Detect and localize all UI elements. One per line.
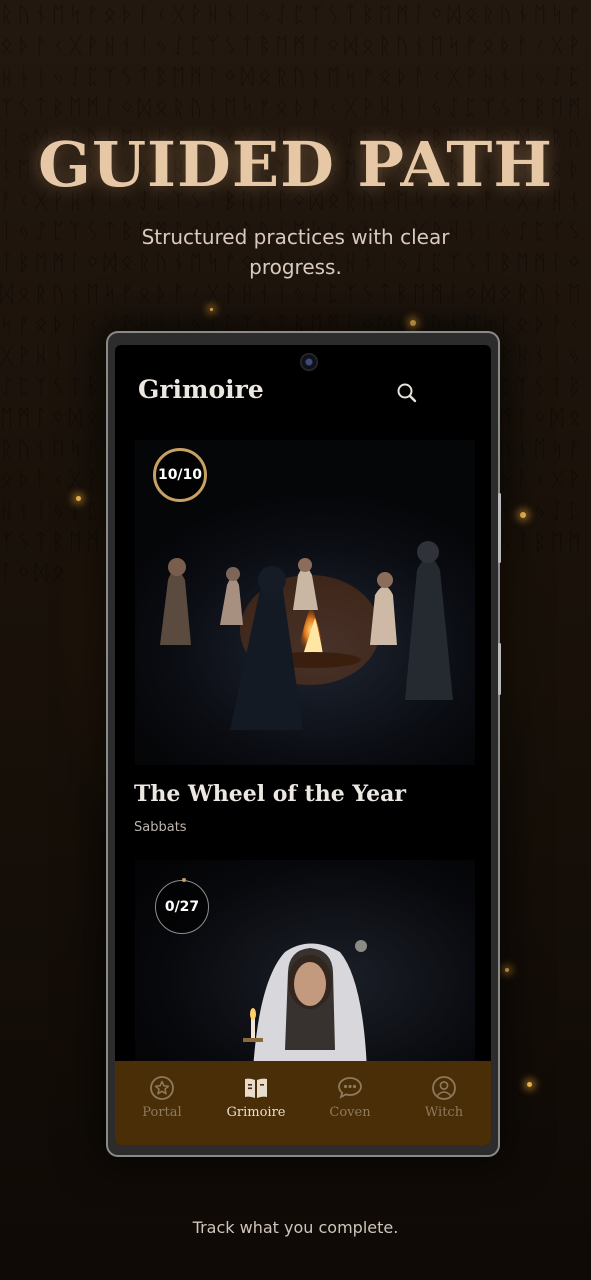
card-category: Sabbats: [134, 820, 187, 835]
nav-item-portal[interactable]: Portal: [115, 1061, 209, 1145]
sparkle: [76, 496, 81, 501]
nav-label: Portal: [142, 1105, 182, 1120]
user-circle-icon: [432, 1076, 456, 1100]
star-circle-icon: [150, 1076, 174, 1100]
nav-item-coven[interactable]: Coven: [303, 1061, 397, 1145]
sparkle: [210, 308, 213, 311]
progress-indicator: 0/27: [155, 878, 209, 934]
nav-label: Coven: [329, 1105, 371, 1120]
card-title[interactable]: The Wheel of the Year: [134, 781, 406, 807]
sparkle: [410, 320, 416, 326]
search-icon: [397, 383, 417, 403]
nav-item-grimoire[interactable]: Grimoire: [209, 1061, 303, 1145]
app-title: Grimoire: [138, 375, 264, 404]
bottom-navigation: Portal Grimoire Coven Witch: [115, 1061, 491, 1145]
phone-side-button: [498, 643, 501, 695]
search-button[interactable]: [395, 381, 419, 405]
progress-label: 0/27: [164, 899, 200, 915]
progress-indicator: 10/10: [153, 448, 207, 502]
open-book-icon: [245, 1078, 267, 1098]
nav-label: Witch: [424, 1105, 464, 1120]
nav-label: Grimoire: [226, 1105, 286, 1120]
phone-mockup: Grimoire 10/10 The Wheel of the Year Sab…: [108, 333, 501, 1155]
headline: GUIDED PATH: [38, 128, 553, 201]
subtitle: Structured practices with clear progress…: [141, 225, 450, 279]
footer-caption: Track what you complete.: [192, 1218, 399, 1237]
camera-icon: [300, 353, 318, 371]
phone-side-button: [498, 493, 501, 563]
progress-dot: [182, 878, 186, 882]
chat-bubble-icon: [338, 1077, 362, 1099]
sparkle: [520, 512, 526, 518]
app-screen: Grimoire 10/10 The Wheel of the Year Sab…: [115, 345, 491, 1145]
nav-item-witch[interactable]: Witch: [397, 1061, 491, 1145]
sparkle: [505, 968, 509, 972]
sparkle: [527, 1082, 532, 1087]
